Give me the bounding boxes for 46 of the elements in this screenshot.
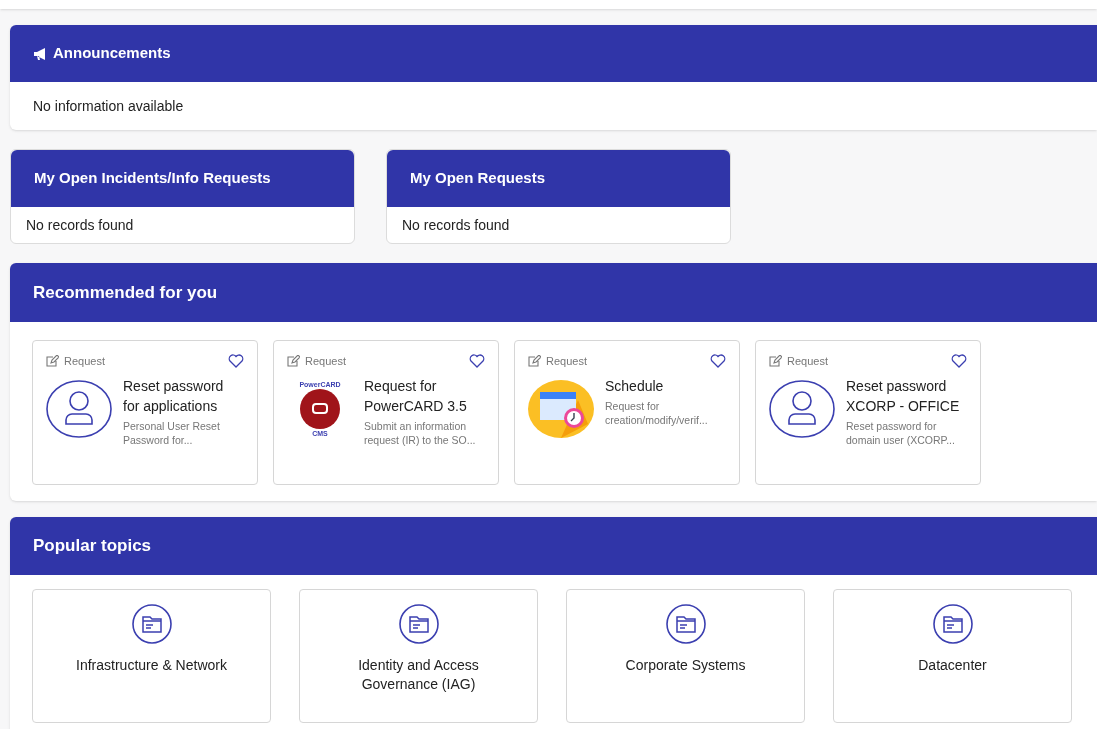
card-description: Personal User Reset Password for... xyxy=(123,418,221,447)
type-label: Request xyxy=(787,354,828,369)
panel-title: Popular topics xyxy=(33,535,152,558)
card-title: Reset password XCORP - OFFICE xyxy=(846,376,961,416)
request-card[interactable]: Request Reset password for applications Personal User Reset Password for... xyxy=(32,340,258,485)
topic-label: Identity and Access Governance (IAG) xyxy=(357,656,480,694)
edit-icon xyxy=(287,355,300,368)
user-icon xyxy=(46,379,112,438)
heart-icon[interactable] xyxy=(710,354,726,369)
request-card[interactable]: Request Schedule Request for creation/modify/verif... xyxy=(514,340,740,485)
empty-text: No records found xyxy=(26,215,134,235)
edit-icon xyxy=(528,355,541,368)
request-card[interactable]: Request Reset password XCORP - OFFICE Reset password for domain user (XCORP... xyxy=(755,340,981,485)
topic-label: Infrastructure & Network xyxy=(76,656,227,675)
folder-icon xyxy=(398,604,439,644)
type-label: Request xyxy=(305,354,346,369)
folder-icon xyxy=(131,604,172,644)
panel-title: Announcements xyxy=(53,43,171,64)
type-label: Request xyxy=(546,354,587,369)
topic-card[interactable]: Datacenter xyxy=(833,589,1072,723)
edit-icon xyxy=(46,355,59,368)
topic-card[interactable]: Infrastructure & Network xyxy=(32,589,271,723)
heart-icon[interactable] xyxy=(228,354,244,369)
card-description: Submit an information request (IR) to the SO... xyxy=(364,418,477,447)
user-icon xyxy=(769,379,835,438)
card-title: Request for PowerCARD 3.5 xyxy=(364,376,468,416)
heart-icon[interactable] xyxy=(469,354,485,369)
info-text: No information available xyxy=(33,96,184,116)
card-title: Schedule xyxy=(605,376,665,396)
card-title: Reset password for applications xyxy=(123,376,225,416)
panel-title: My Open Requests xyxy=(410,168,546,189)
topic-card[interactable]: Corporate Systems xyxy=(566,589,805,723)
edit-icon xyxy=(769,355,782,368)
folder-icon xyxy=(932,604,973,644)
card-description: Request for creation/modify/verif... xyxy=(605,398,709,427)
card-description: Reset password for domain user (XCORP... xyxy=(846,418,956,447)
heart-icon[interactable] xyxy=(951,354,967,369)
topic-label: Datacenter xyxy=(918,656,987,675)
panel-title: My Open Incidents/Info Requests xyxy=(34,168,271,189)
calendar-icon xyxy=(528,379,594,438)
topic-card[interactable]: Identity and Access Governance (IAG) xyxy=(299,589,538,723)
type-label: Request xyxy=(64,354,105,369)
empty-text: No records found xyxy=(402,215,510,235)
folder-icon xyxy=(665,604,706,644)
topic-label: Corporate Systems xyxy=(625,656,746,675)
panel-title: Recommended for you xyxy=(33,281,218,304)
